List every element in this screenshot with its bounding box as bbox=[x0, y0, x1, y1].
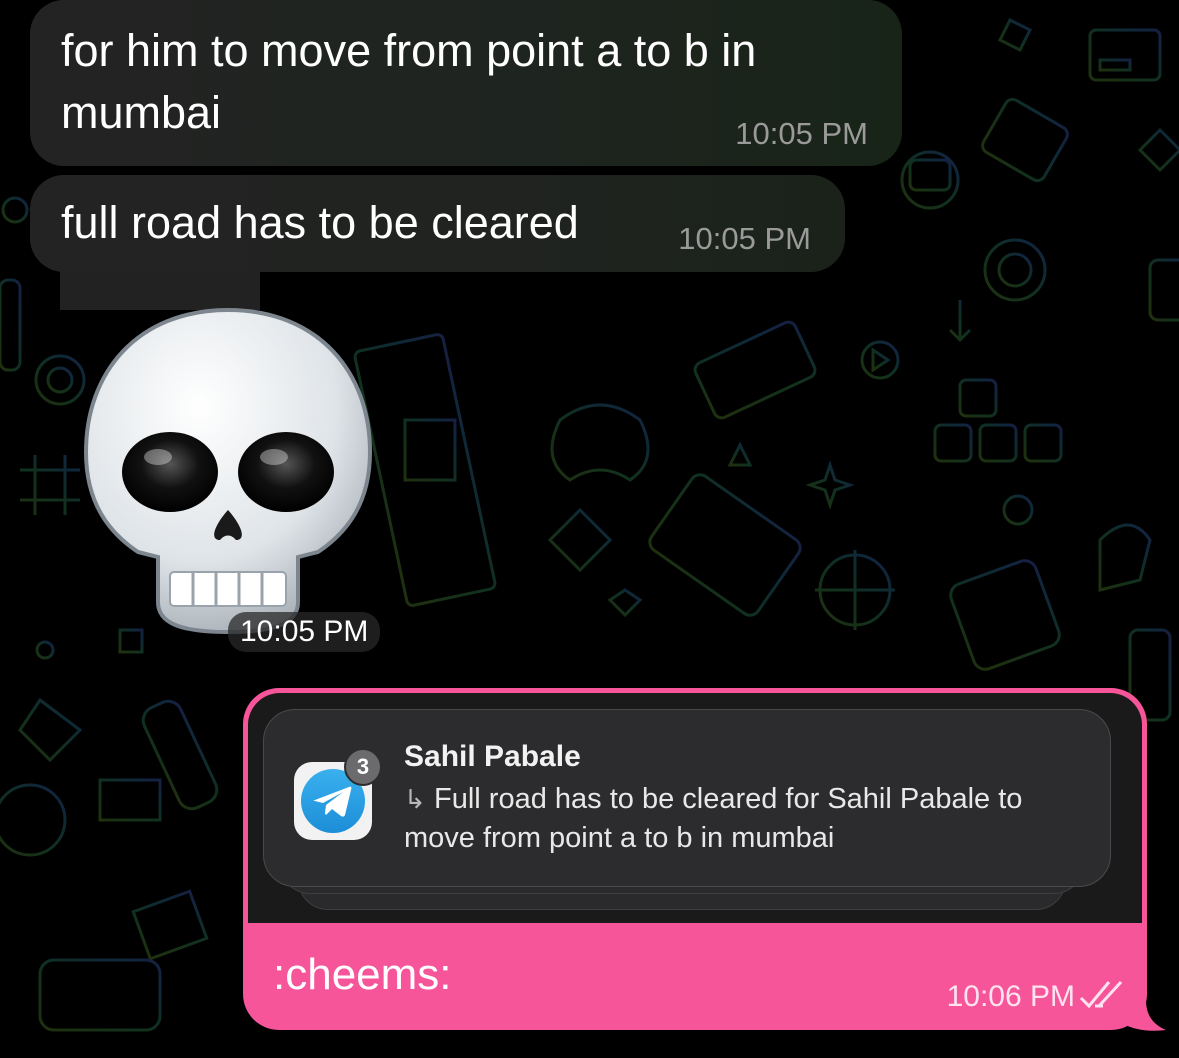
message-text: full road has to be cleared bbox=[61, 197, 579, 248]
incoming-message[interactable]: full road has to be cleared 10:05 PM bbox=[30, 175, 845, 272]
double-check-icon bbox=[1079, 980, 1123, 1009]
notification-body-text: Full road has to be cleared for Sahil Pa… bbox=[404, 783, 1023, 854]
skull-sticker-icon[interactable] bbox=[78, 302, 378, 642]
message-text: :cheems: bbox=[273, 950, 452, 999]
notification-sender: Sahil Pabale bbox=[404, 740, 581, 773]
sticker-timestamp: 10:05 PM bbox=[228, 612, 381, 652]
reply-arrow-icon: ↳ bbox=[404, 784, 426, 814]
notification-count-badge: 3 bbox=[344, 748, 382, 786]
message-timestamp: 10:06 PM bbox=[946, 980, 1075, 1013]
notification-card[interactable]: 3 Sahil Pabale ↳ Full road has to be clea… bbox=[263, 709, 1111, 887]
outgoing-message[interactable]: 3 Sahil Pabale ↳ Full road has to be clea… bbox=[243, 688, 1147, 1030]
message-timestamp: 10:05 PM bbox=[678, 221, 811, 256]
incoming-message[interactable]: for him to move from point a to b in mum… bbox=[30, 0, 902, 166]
notification-screenshot[interactable]: 3 Sahil Pabale ↳ Full road has to be clea… bbox=[248, 693, 1142, 923]
bubble-tail bbox=[1120, 1000, 1166, 1031]
notification-body: ↳ Full road has to be cleared for Sahil P… bbox=[404, 780, 1084, 858]
message-timestamp: 10:05 PM bbox=[735, 116, 868, 151]
